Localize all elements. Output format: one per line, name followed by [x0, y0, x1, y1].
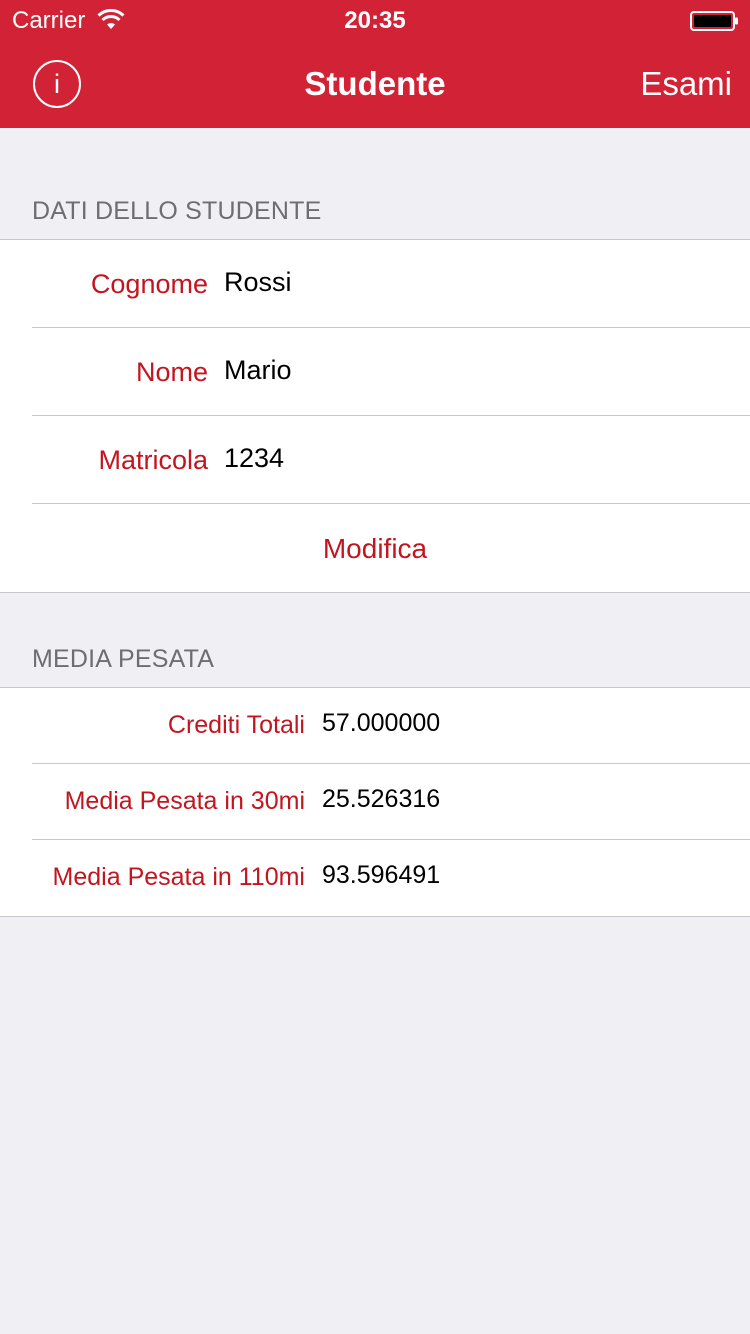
nome-value: Mario — [224, 355, 292, 385]
nome-label: Nome — [135, 357, 208, 387]
cognome-row[interactable]: Cognome Rossi — [0, 240, 750, 328]
matricola-value: 1234 — [224, 443, 285, 473]
matricola-row[interactable]: Matricola 1234 — [0, 416, 750, 504]
media-pesata-group: Crediti Totali 57.000000 Media Pesata in… — [0, 687, 750, 917]
student-data-group: Cognome Rossi Nome Mario Matricola 1234 … — [0, 239, 750, 593]
status-bar: Carrier 20:35 — [0, 0, 750, 40]
nome-row[interactable]: Nome Mario — [0, 328, 750, 416]
media-30mi-row: Media Pesata in 30mi 25.526316 — [0, 764, 750, 840]
media-110mi-row: Media Pesata in 110mi 93.596491 — [0, 840, 750, 916]
crediti-totali-label: Crediti Totali — [167, 711, 305, 739]
modifica-row[interactable]: Modifica — [0, 504, 750, 592]
header: Carrier 20:35 i Studente Esami — [0, 0, 750, 128]
media-30mi-value: 25.526316 — [322, 785, 441, 813]
media-30mi-label: Media Pesata in 30mi — [64, 787, 305, 815]
cognome-label: Cognome — [90, 269, 208, 299]
crediti-totali-value: 57.000000 — [322, 709, 441, 737]
media-section-header: MEDIA PESATA — [32, 645, 215, 673]
student-section-header: DATI DELLO STUDENTE — [32, 197, 322, 225]
nav-bar: i Studente Esami — [0, 40, 750, 128]
esami-button[interactable]: Esami — [640, 65, 732, 103]
status-time: 20:35 — [344, 7, 406, 34]
student-screen: Carrier 20:35 i Studente Esami DATI DELL… — [0, 0, 750, 1334]
media-110mi-value: 93.596491 — [322, 861, 441, 889]
battery-icon — [690, 11, 738, 31]
nav-title: Studente — [304, 65, 446, 102]
modifica-button[interactable]: Modifica — [0, 533, 750, 565]
cognome-value: Rossi — [224, 267, 292, 297]
matricola-label: Matricola — [98, 445, 208, 475]
media-110mi-label: Media Pesata in 110mi — [52, 863, 305, 891]
crediti-totali-row: Crediti Totali 57.000000 — [0, 688, 750, 764]
